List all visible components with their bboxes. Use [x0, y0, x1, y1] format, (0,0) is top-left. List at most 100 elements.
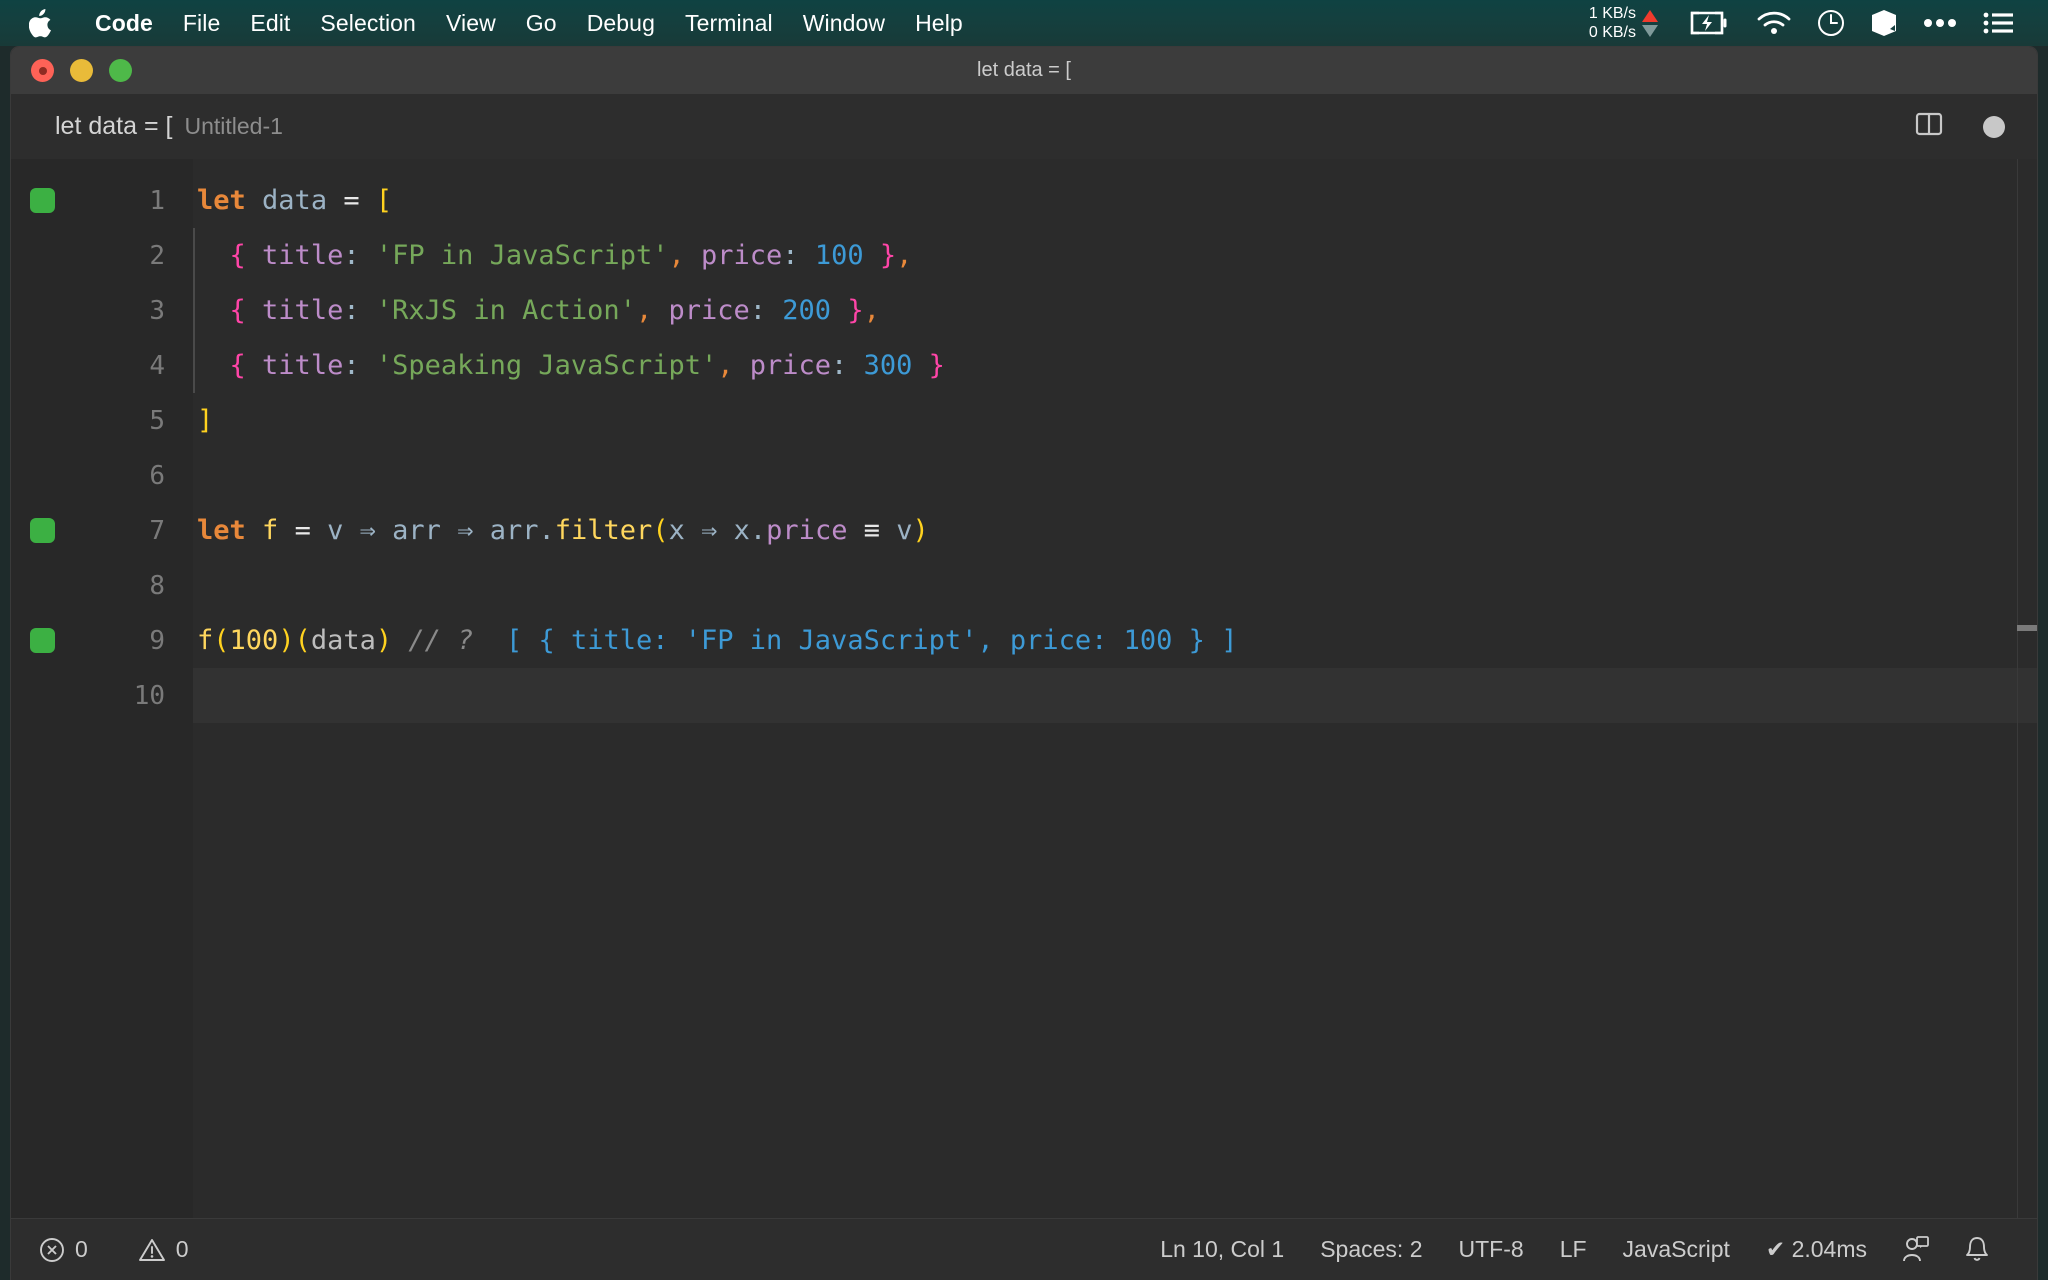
line-number: 6 [149, 460, 165, 491]
code-token: filter [554, 515, 653, 546]
menu-item-code[interactable]: Code [80, 0, 168, 46]
split-editor-icon[interactable] [1915, 110, 1943, 143]
clock-icon[interactable] [1817, 9, 1845, 37]
menu-item-debug[interactable]: Debug [572, 0, 670, 46]
macos-menu-bar: Code File Edit Selection View Go Debug T… [0, 0, 2048, 46]
menu-item-go[interactable]: Go [511, 0, 572, 46]
menu-item-edit[interactable]: Edit [235, 0, 305, 46]
code-line-content[interactable] [193, 558, 2037, 613]
apple-logo-icon[interactable] [28, 8, 54, 38]
code-line-content[interactable]: { title: 'Speaking JavaScript', price: 3… [193, 338, 2037, 393]
overview-ruler-mark [2017, 625, 2037, 631]
maximize-button[interactable] [109, 59, 132, 82]
code-token: = [343, 185, 360, 216]
unsaved-changes-dot[interactable] [1983, 115, 2005, 138]
status-cursor-position[interactable]: Ln 10, Col 1 [1142, 1236, 1302, 1263]
code-line-8[interactable]: 8 [11, 558, 2037, 613]
code-line-5[interactable]: 5] [11, 393, 2037, 448]
code-token: } [879, 240, 897, 271]
network-speed-indicator[interactable]: 1 KB/s 0 KB/s [1589, 4, 1658, 42]
code-token: arr [392, 515, 441, 546]
breadcrumb-symbol[interactable]: let data = [ [55, 112, 172, 141]
gutter-bookmark-cell[interactable] [11, 188, 73, 213]
indent-guide [193, 228, 195, 283]
live-share-icon[interactable] [1885, 1235, 1947, 1264]
status-language-mode[interactable]: JavaScript [1605, 1236, 1748, 1263]
code-line-content[interactable]: f(100)(data) // ? [ { title: 'FP in Java… [193, 613, 2037, 668]
code-line-7[interactable]: 7 let f = v ⇒ arr ⇒ arr.filter(x ⇒ x.pric… [11, 503, 2037, 558]
code-line-content[interactable]: ] [193, 393, 2037, 448]
gutter-bookmark-cell[interactable] [11, 628, 73, 653]
minimize-button[interactable] [70, 59, 93, 82]
line-number: 3 [149, 295, 165, 326]
menu-item-view[interactable]: View [431, 0, 511, 46]
code-token: : [343, 350, 360, 381]
breadcrumb[interactable]: let data = [ Untitled-1 [55, 112, 283, 141]
code-token: 300 [863, 350, 913, 381]
line-number: 1 [149, 185, 165, 216]
status-indentation[interactable]: Spaces: 2 [1302, 1236, 1440, 1263]
menu-item-window[interactable]: Window [788, 0, 900, 46]
menu-item-help[interactable]: Help [900, 0, 978, 46]
code-token: = [294, 515, 311, 546]
notifications-bell-icon[interactable] [1947, 1236, 2007, 1264]
battery-charging-icon[interactable] [1689, 11, 1731, 35]
code-token: ( [652, 515, 669, 546]
status-quokka-timing[interactable]: ✔ 2.04ms [1748, 1236, 1885, 1263]
code-token: { [229, 240, 246, 271]
code-token: 'RxJS in Action' [375, 295, 636, 326]
code-line-content[interactable]: { title: 'RxJS in Action', price: 200 }, [193, 283, 2037, 338]
code-editor[interactable]: 1 let data = [2 { title: 'FP in JavaScrip… [11, 159, 2037, 1219]
code-line-content[interactable]: { title: 'FP in JavaScript', price: 100 … [193, 228, 2037, 283]
menu-item-file[interactable]: File [168, 0, 235, 46]
line-number: 7 [149, 515, 165, 546]
code-line-content[interactable]: let data = [ [193, 173, 2037, 228]
status-encoding[interactable]: UTF-8 [1441, 1236, 1542, 1263]
code-token: : [782, 240, 799, 271]
code-line-content[interactable] [193, 668, 2037, 723]
code-token: ) [278, 625, 295, 656]
code-line-6[interactable]: 6 [11, 448, 2037, 503]
bookmark-marker-icon[interactable] [29, 518, 55, 543]
network-download-speed: 0 KB/s [1588, 24, 1636, 41]
status-eol[interactable]: LF [1542, 1236, 1605, 1263]
status-bar-right: Ln 10, Col 1 Spaces: 2 UTF-8 LF JavaScri… [1142, 1235, 2037, 1264]
code-token: price [766, 515, 848, 546]
breadcrumb-filename[interactable]: Untitled-1 [184, 113, 282, 140]
code-token: , [635, 295, 653, 326]
cube-icon[interactable] [1871, 9, 1897, 37]
wifi-icon[interactable] [1757, 11, 1791, 35]
list-menu-icon[interactable] [1983, 11, 2013, 35]
code-line-10[interactable]: 10 [11, 668, 2037, 723]
bookmark-marker-icon[interactable] [29, 628, 55, 653]
code-text: { title: 'FP in JavaScript', price: 100 … [193, 240, 913, 271]
indent-guide [193, 283, 195, 338]
code-line-content[interactable]: let f = v ⇒ arr ⇒ arr.filter(x ⇒ x.price… [193, 503, 2037, 558]
code-line-2[interactable]: 2 { title: 'FP in JavaScript', price: 10… [11, 228, 2037, 283]
code-token: ⇒ [701, 515, 718, 546]
menu-item-terminal[interactable]: Terminal [670, 0, 788, 46]
code-line-9[interactable]: 9 f(100)(data) // ? [ { title: 'FP in Jav… [11, 613, 2037, 668]
code-token: ( [294, 625, 311, 656]
code-line-content[interactable] [193, 448, 2037, 503]
line-number: 8 [149, 570, 165, 601]
close-button[interactable] [31, 59, 54, 82]
code-token: 'FP in JavaScript' [375, 240, 669, 271]
code-line-4[interactable]: 4 { title: 'Speaking JavaScript', price:… [11, 338, 2037, 393]
code-token: arr. [489, 515, 555, 546]
code-line-3[interactable]: 3 { title: 'RxJS in Action', price: 200 … [11, 283, 2037, 338]
code-line-1[interactable]: 1 let data = [ [11, 173, 2037, 228]
line-number: 9 [149, 625, 165, 656]
gutter-bookmark-cell[interactable] [11, 518, 73, 543]
status-warnings[interactable]: 0 [120, 1236, 207, 1263]
ellipsis-icon[interactable] [1923, 18, 1957, 28]
status-errors[interactable]: 0 [39, 1236, 106, 1263]
menu-item-selection[interactable]: Selection [305, 0, 431, 46]
bookmark-marker-icon[interactable] [29, 188, 55, 213]
editor-overview-ruler[interactable] [2017, 159, 2037, 1219]
